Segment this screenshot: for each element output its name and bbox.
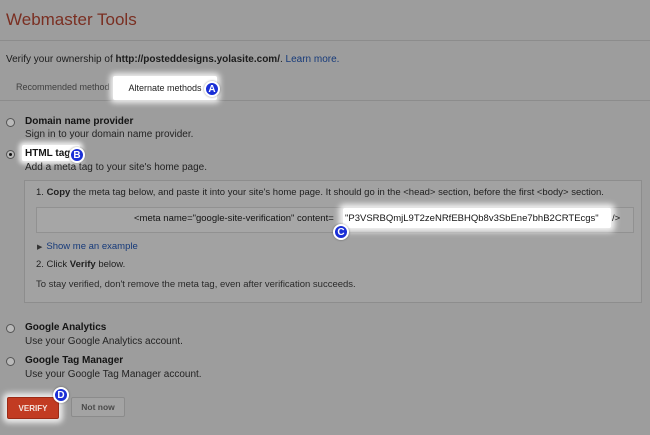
step-2-bold: Verify <box>69 259 96 270</box>
show-example-link[interactable]: ▶ Show me an example <box>37 241 138 252</box>
verify-ownership-text: Verify your ownership of http://postedde… <box>6 54 339 65</box>
option-desc-analytics: Use your Google Analytics account. <box>25 336 183 347</box>
annotation-badge-d: D <box>53 387 69 403</box>
not-now-button[interactable]: Not now <box>71 397 125 417</box>
option-desc-domain: Sign in to your domain name provider. <box>25 129 194 140</box>
page-title: Webmaster Tools <box>6 10 137 29</box>
expand-triangle-icon: ▶ <box>37 244 43 251</box>
option-desc-html-tag: Add a meta tag to your site's home page. <box>25 162 208 173</box>
step-1-rest: the meta tag below, and paste it into yo… <box>70 187 604 198</box>
tab-recommended-method[interactable]: Recommended method <box>16 82 110 92</box>
radio-google-analytics[interactable] <box>6 324 15 333</box>
option-title-analytics: Google Analytics <box>25 322 107 333</box>
step-1-bold: Copy <box>46 187 71 198</box>
meta-tag-prefix: <meta name="google-site-verification" co… <box>134 213 334 224</box>
option-title-tag-manager: Google Tag Manager <box>25 355 124 366</box>
option-title-domain: Domain name provider <box>25 116 134 127</box>
verify-button[interactable]: VERIFY <box>7 397 59 419</box>
step-2-text: 2. Click Verify below. <box>36 259 125 270</box>
option-desc-tag-manager: Use your Google Tag Manager account. <box>25 369 202 380</box>
intro-prefix: Verify your ownership of <box>6 54 116 65</box>
annotation-badge-b: B <box>69 147 85 163</box>
meta-tag-suffix: /> <box>612 213 621 224</box>
option-title-html-tag: HTML tag <box>25 148 71 159</box>
radio-html-tag[interactable] <box>6 150 15 159</box>
tab-alternate-methods[interactable]: Alternate methods <box>113 76 217 100</box>
stay-verified-note: To stay verified, don't remove the meta … <box>36 279 356 290</box>
header-divider <box>0 40 650 41</box>
tabs-divider <box>0 100 650 101</box>
site-url: http://posteddesigns.yolasite.com/ <box>115 54 280 65</box>
step-1-text: 1. Copy the meta tag below, and paste it… <box>36 187 604 198</box>
verification-code[interactable]: "P3VSRBQmjL9T2zeNRfEBHQb8v3SbEne7bhB2CRT… <box>343 208 611 228</box>
radio-domain-provider[interactable] <box>6 118 15 127</box>
step-2-prefix: 2. Click <box>36 259 70 270</box>
step-1-number: 1. <box>36 187 47 198</box>
radio-google-tag-manager[interactable] <box>6 357 15 366</box>
step-2-suffix: below. <box>95 259 126 270</box>
show-example-label: Show me an example <box>46 241 138 252</box>
learn-more-link[interactable]: Learn more. <box>286 54 340 65</box>
annotation-badge-c: C <box>333 224 349 240</box>
annotation-badge-a: A <box>204 81 220 97</box>
